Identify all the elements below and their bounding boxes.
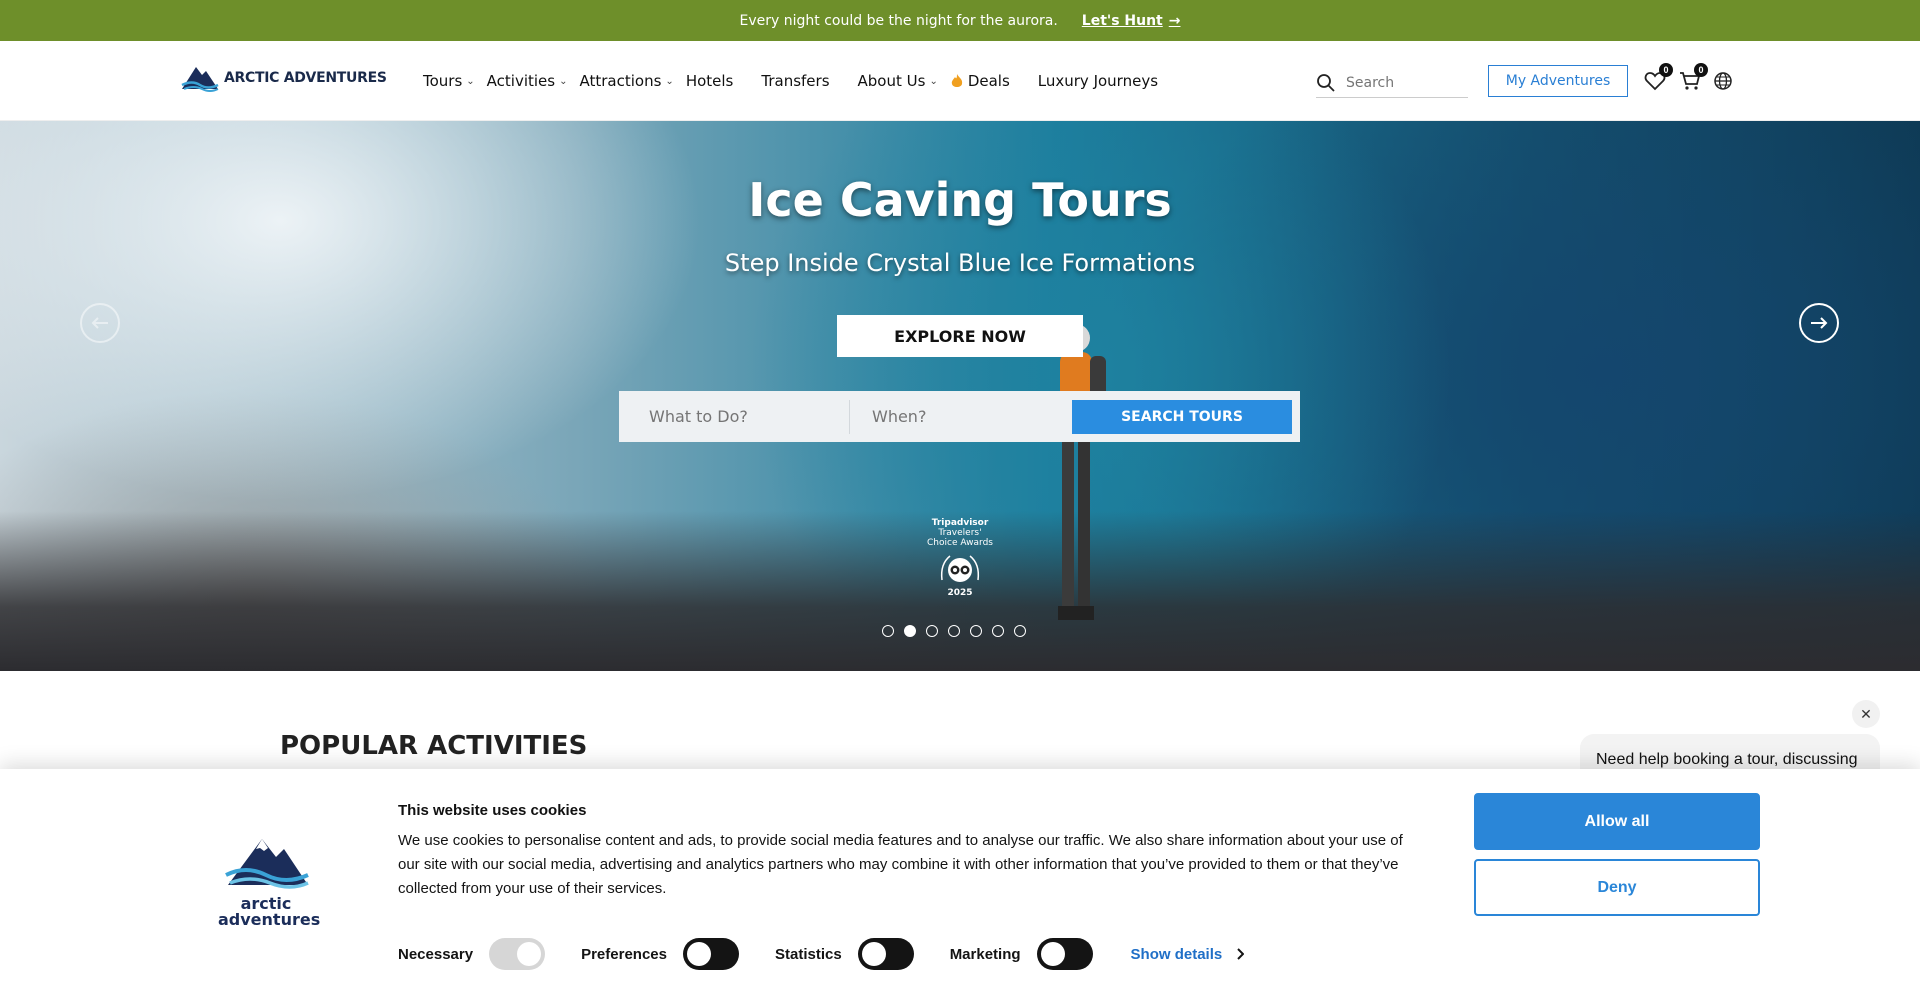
cookie-logo-word: adventures	[218, 910, 321, 929]
cookie-banner: arctic adventures This website uses cook…	[0, 769, 1920, 993]
carousel-dot[interactable]	[926, 625, 938, 637]
consent-label: Necessary	[398, 945, 474, 963]
flame-icon	[951, 74, 962, 87]
consent-label: Preferences	[581, 945, 667, 963]
carousel-dot-active[interactable]	[904, 625, 916, 637]
statistics-toggle[interactable]	[857, 938, 914, 970]
chevron-down-icon: ⌄	[665, 75, 674, 87]
nav-activities-label: Activities	[486, 72, 556, 90]
arrow-left-icon	[91, 317, 108, 329]
nav-hotels[interactable]: Hotels	[686, 72, 734, 90]
necessary-toggle	[489, 938, 546, 970]
nav-deals[interactable]: Deals	[950, 72, 1010, 90]
cookie-banner-body: We use cookies to personalise content an…	[398, 832, 1403, 897]
award-year: 2025	[947, 588, 973, 598]
globe-icon	[1714, 72, 1732, 90]
wishlist-button[interactable]: 0	[1643, 63, 1673, 93]
my-adventures-button[interactable]: My Adventures	[1488, 65, 1628, 97]
nav-about-us[interactable]: About Us ⌄	[858, 72, 938, 90]
cookie-banner-logo: arctic adventures	[218, 835, 321, 929]
site-logo[interactable]: ARCTIC ADVENTURES	[180, 63, 387, 93]
lets-hunt-link[interactable]: Let's Hunt →	[1082, 13, 1181, 29]
award-line: Travelers'	[938, 528, 982, 538]
consent-toggles: Necessary Preferences Statistics Marketi…	[398, 938, 1245, 970]
chevron-down-icon: ⌄	[929, 75, 938, 87]
announcement-bar: Every night could be the night for the a…	[0, 0, 1920, 41]
nav-transfers-label: Transfers	[761, 72, 830, 90]
explorer-figure	[1058, 324, 1106, 620]
carousel-dot[interactable]	[970, 625, 982, 637]
chat-close-button[interactable]: ✕	[1852, 700, 1880, 728]
carousel-prev-button[interactable]	[80, 303, 120, 343]
wishlist-count-badge: 0	[1659, 63, 1673, 77]
carousel-dots	[882, 625, 1026, 637]
tripadvisor-award-badge: Tripadvisor Travelers' Choice Awards 202…	[920, 518, 1000, 598]
show-details-link[interactable]: Show details	[1131, 946, 1245, 963]
carousel-dot[interactable]	[882, 625, 894, 637]
nav-deals-label: Deals	[967, 72, 1010, 90]
tripadvisor-owl-icon	[940, 555, 980, 582]
hero-subtitle: Step Inside Crystal Blue Ice Formations	[724, 249, 1196, 277]
nav-attractions-label: Attractions	[579, 72, 662, 90]
nav-activities[interactable]: Activities ⌄	[487, 72, 568, 90]
cart-button[interactable]: 0	[1678, 63, 1708, 93]
consent-preferences: Preferences	[581, 938, 739, 970]
toggle-knob	[1040, 942, 1065, 966]
hero-title: Ice Caving Tours	[748, 173, 1172, 227]
consent-marketing: Marketing	[950, 938, 1093, 970]
carousel-dot[interactable]	[992, 625, 1004, 637]
carousel-dot[interactable]	[948, 625, 960, 637]
preferences-toggle[interactable]	[682, 938, 739, 970]
nav-luxury-journeys[interactable]: Luxury Journeys	[1038, 72, 1158, 90]
site-header: ARCTIC ADVENTURES Tours ⌄ Activities ⌄ A…	[0, 41, 1920, 121]
search-tours-button[interactable]: SEARCH TOURS	[1072, 399, 1292, 434]
chevron-right-icon	[1237, 948, 1245, 960]
lets-hunt-label: Let's Hunt	[1081, 12, 1163, 29]
logo-text: ARCTIC ADVENTURES	[224, 70, 387, 86]
consent-necessary: Necessary	[398, 938, 546, 970]
carousel-dot[interactable]	[1014, 625, 1026, 637]
toggle-knob	[686, 942, 711, 966]
consent-label: Marketing	[949, 945, 1021, 963]
arrow-right-icon: →	[1168, 12, 1181, 29]
nav-transfers[interactable]: Transfers	[761, 72, 829, 90]
arrow-right-icon	[1811, 317, 1828, 329]
consent-label: Statistics	[774, 945, 842, 963]
nav-luxury-journeys-label: Luxury Journeys	[1037, 72, 1159, 90]
allow-all-button[interactable]: Allow all	[1474, 793, 1760, 850]
award-line: Choice Awards	[927, 538, 993, 548]
cart-count-badge: 0	[1694, 63, 1708, 77]
mountain-logo-icon	[181, 67, 219, 92]
deny-button[interactable]: Deny	[1474, 859, 1760, 916]
what-to-do-input[interactable]	[627, 399, 850, 434]
show-details-label: Show details	[1130, 945, 1223, 963]
when-input[interactable]	[850, 399, 1072, 434]
award-line: Tripadvisor	[931, 518, 989, 528]
toggle-knob	[517, 942, 542, 966]
popular-activities-title: POPULAR ACTIVITIES	[280, 731, 588, 761]
chevron-down-icon: ⌄	[466, 75, 475, 87]
consent-statistics: Statistics	[775, 938, 914, 970]
header-search-input[interactable]	[1346, 74, 1456, 91]
main-nav: Tours ⌄ Activities ⌄ Attractions ⌄ Hotel…	[423, 41, 1186, 121]
close-icon: ✕	[1860, 705, 1872, 722]
header-search	[1316, 68, 1468, 98]
carousel-next-button[interactable]	[1799, 303, 1839, 343]
nav-hotels-label: Hotels	[685, 72, 734, 90]
explore-now-button[interactable]: EXPLORE NOW	[837, 315, 1083, 357]
nav-about-us-label: About Us	[857, 72, 926, 90]
nav-tours[interactable]: Tours ⌄	[423, 72, 475, 90]
marketing-toggle[interactable]	[1036, 938, 1093, 970]
language-button[interactable]	[1711, 69, 1735, 93]
nav-attractions[interactable]: Attractions ⌄	[580, 72, 674, 90]
hero-carousel: Ice Caving Tours Step Inside Crystal Blu…	[0, 121, 1920, 671]
tour-search-box: SEARCH TOURS	[619, 391, 1300, 442]
cookie-banner-title: This website uses cookies	[398, 802, 587, 819]
nav-tours-label: Tours	[423, 72, 463, 90]
mountain-logo-icon	[225, 839, 309, 889]
toggle-knob	[861, 942, 886, 966]
announcement-message: Every night could be the night for the a…	[739, 12, 1058, 29]
search-icon[interactable]	[1316, 73, 1336, 93]
chevron-down-icon: ⌄	[559, 75, 568, 87]
